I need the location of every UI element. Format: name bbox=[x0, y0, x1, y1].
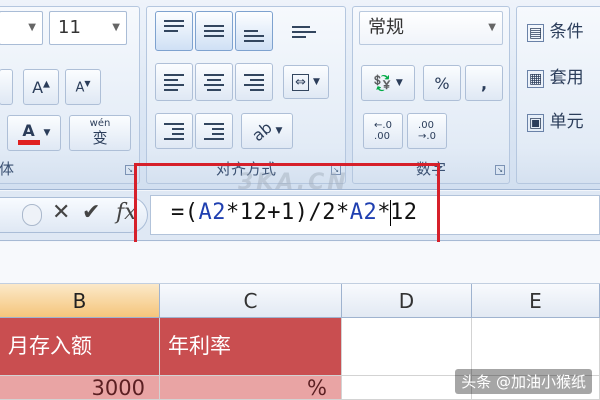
font-name-combo[interactable]: ▼ bbox=[0, 11, 43, 45]
font-size-value: 11 bbox=[58, 17, 81, 38]
formula-bar: ✕ ✔ fx =(A2*12+1)/2*A2*12 bbox=[0, 191, 600, 241]
cell-b2[interactable]: 3000 bbox=[0, 376, 160, 400]
font-shrink-icon: A▼ bbox=[75, 78, 91, 96]
font-color-button[interactable]: A ▼ bbox=[7, 115, 61, 151]
column-header-b[interactable]: B bbox=[0, 284, 160, 318]
merge-center-button[interactable]: ⇔ ▼ bbox=[283, 65, 329, 99]
align-bottom-icon bbox=[244, 30, 264, 42]
format-as-table-button[interactable]: ▦ 套用 bbox=[527, 63, 584, 88]
insert-function-icon[interactable]: fx bbox=[116, 200, 137, 225]
ribbon: ▼ 11 ▼ A▲ A▼ A ▼ wén 变 体 ↘ ⇔ ▼ ab ▼ 对齐方式… bbox=[0, 0, 600, 190]
source-watermark: 头条 @加油小猴纸 bbox=[455, 369, 592, 394]
chevron-down-icon: ▼ bbox=[275, 126, 283, 136]
chevron-down-icon: ▼ bbox=[312, 77, 320, 87]
chevron-down-icon: ▼ bbox=[43, 128, 51, 138]
accounting-icon: 💱 bbox=[373, 74, 392, 92]
column-header-c[interactable]: C bbox=[160, 284, 342, 318]
percent-label: % bbox=[434, 73, 450, 93]
formula-controls: ✕ ✔ fx bbox=[0, 197, 148, 233]
formula-middle: *12+1)/2* bbox=[226, 200, 350, 225]
align-right-button[interactable] bbox=[235, 63, 273, 101]
accounting-format-button[interactable]: 💱 ▼ bbox=[361, 65, 415, 101]
align-left-small-button[interactable] bbox=[0, 69, 13, 105]
cell-d1[interactable] bbox=[342, 318, 472, 376]
font-size-combo[interactable]: 11 ▼ bbox=[49, 11, 127, 45]
chevron-down-icon: ▼ bbox=[395, 78, 403, 88]
align-right-icon bbox=[244, 73, 264, 91]
column-header-d[interactable]: D bbox=[342, 284, 472, 318]
column-header-e[interactable]: E bbox=[472, 284, 600, 318]
comma-style-button[interactable]: , bbox=[465, 65, 503, 101]
wrap-text-button[interactable] bbox=[287, 15, 321, 49]
cell-c2[interactable]: % bbox=[160, 376, 342, 400]
formula-ref-a2-first: A2 bbox=[198, 200, 226, 225]
font-group: ▼ 11 ▼ A▲ A▼ A ▼ wén 变 体 ↘ bbox=[0, 6, 140, 184]
formula-prefix: =( bbox=[171, 200, 199, 225]
align-bottom-button[interactable] bbox=[235, 11, 273, 51]
sheet-toolbar-gap bbox=[0, 242, 600, 284]
phonetic-label: wén bbox=[89, 118, 111, 129]
number-dialog-launcher[interactable]: ↘ bbox=[495, 165, 505, 175]
decrease-indent-button[interactable] bbox=[155, 113, 193, 149]
number-format-value: 常规 bbox=[368, 17, 404, 38]
increase-indent-icon bbox=[204, 122, 224, 140]
cell-d2[interactable] bbox=[342, 376, 472, 400]
formula-text: =(A2*12+1)/2*A2*12 bbox=[171, 200, 417, 226]
align-center-icon bbox=[204, 73, 224, 91]
font-grow-icon: A▲ bbox=[32, 77, 50, 97]
number-format-combo[interactable]: 常规 ▼ bbox=[359, 11, 503, 45]
number-group: 常规 ▼ 💱 ▼ % , ←.0.00 .00 →.0 数字 ↘ bbox=[352, 6, 510, 184]
decrease-indent-icon bbox=[164, 122, 184, 140]
font-shrink-button[interactable]: A▼ bbox=[65, 69, 101, 105]
increase-indent-button[interactable] bbox=[195, 113, 233, 149]
increase-decimal-button[interactable]: ←.0.00 bbox=[363, 113, 403, 149]
align-middle-icon bbox=[204, 25, 224, 37]
percent-style-button[interactable]: % bbox=[423, 65, 461, 101]
cell-b1[interactable]: 月存入额 bbox=[0, 318, 160, 376]
watermark: 3KA.CN bbox=[238, 170, 349, 195]
decrease-decimal-icon: .00 →.0 bbox=[418, 120, 436, 142]
wrap-text-icon bbox=[292, 26, 316, 38]
increase-decimal-icon: ←.0.00 bbox=[374, 120, 392, 142]
font-color-icon: A bbox=[17, 121, 40, 145]
conditional-format-icon: ▤ bbox=[527, 24, 545, 42]
conditional-format-label: 条件 bbox=[549, 22, 584, 42]
cancel-icon[interactable]: ✕ bbox=[52, 200, 70, 225]
text-orientation-icon: ab bbox=[247, 117, 276, 145]
font-dialog-launcher[interactable]: ↘ bbox=[125, 165, 135, 175]
formula-ref-a2-second: A2 bbox=[349, 200, 378, 225]
cell-e1[interactable] bbox=[472, 318, 600, 376]
cell-c1[interactable]: 年利率 bbox=[160, 318, 342, 376]
phonetic-button[interactable]: wén 变 bbox=[69, 115, 131, 151]
align-left-icon bbox=[164, 73, 184, 91]
conditional-format-button[interactable]: ▤ 条件 bbox=[527, 17, 584, 42]
formula-input[interactable]: =(A2*12+1)/2*A2*12 bbox=[150, 195, 600, 235]
enter-icon[interactable]: ✔ bbox=[82, 200, 100, 225]
align-center-button[interactable] bbox=[195, 63, 233, 101]
align-top-icon bbox=[164, 20, 184, 32]
comma-label: , bbox=[480, 73, 488, 93]
alignment-group: ⇔ ▼ ab ▼ 对齐方式 ↘ bbox=[146, 6, 346, 184]
styles-group: ▤ 条件 ▦ 套用 ▣ 单元 bbox=[516, 6, 600, 184]
font-grow-button[interactable]: A▲ bbox=[23, 69, 59, 105]
cell-styles-icon: ▣ bbox=[527, 114, 545, 132]
align-middle-button[interactable] bbox=[195, 11, 233, 51]
font-group-title: 体 bbox=[0, 160, 15, 178]
formula-multiply: * bbox=[377, 200, 391, 225]
format-as-table-label: 套用 bbox=[549, 68, 584, 88]
number-group-title: 数字 bbox=[415, 160, 446, 178]
decrease-decimal-button[interactable]: .00 →.0 bbox=[407, 113, 447, 149]
align-top-button[interactable] bbox=[155, 11, 193, 51]
align-left-button[interactable] bbox=[155, 63, 193, 101]
merge-cells-icon: ⇔ bbox=[292, 73, 309, 91]
phonetic-char: 变 bbox=[92, 129, 108, 147]
cell-styles-label: 单元 bbox=[549, 112, 584, 132]
orientation-button[interactable]: ab ▼ bbox=[241, 113, 293, 149]
formula-tail: 12 bbox=[389, 200, 418, 225]
cell-styles-button[interactable]: ▣ 单元 bbox=[527, 107, 584, 132]
name-box-splitter[interactable] bbox=[22, 204, 42, 226]
table-icon: ▦ bbox=[527, 70, 545, 88]
